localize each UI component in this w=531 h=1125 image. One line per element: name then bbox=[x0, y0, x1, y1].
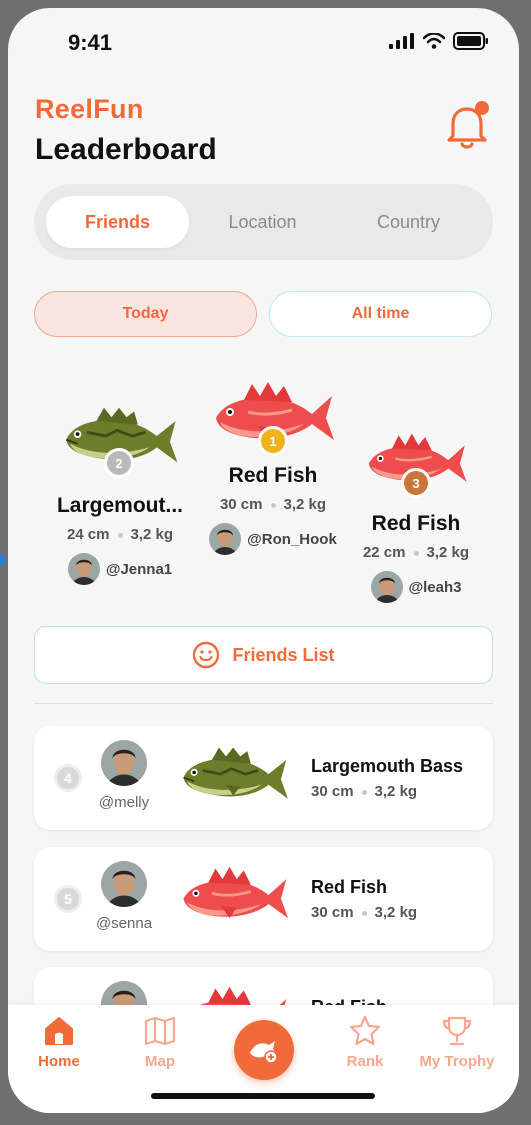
fish-length: 22 cm bbox=[362, 544, 406, 561]
podium-fish-stats: 30 cm 3,2 kg bbox=[200, 496, 346, 513]
nav-rank[interactable]: Rank bbox=[320, 1015, 410, 1070]
page-title: Leaderboard bbox=[35, 133, 217, 166]
podium-username: @Ron_Hook bbox=[247, 530, 337, 548]
list-username: @melly bbox=[98, 794, 150, 811]
nav-map-label: Map bbox=[145, 1053, 175, 1070]
add-catch-button[interactable] bbox=[234, 1020, 294, 1080]
battery-icon bbox=[453, 32, 488, 50]
period-today-button[interactable]: Today bbox=[34, 291, 257, 337]
home-indicator bbox=[151, 1093, 375, 1099]
signal-icon bbox=[389, 33, 414, 49]
fish-weight: 3,2 kg bbox=[426, 544, 470, 561]
podium-second[interactable]: 2 Largemout... 24 cm 3,2 kg @Jenna1 bbox=[44, 404, 196, 585]
fish-weight: 3,2 kg bbox=[283, 496, 327, 513]
podium-user: @Jenna1 bbox=[44, 553, 196, 585]
map-icon bbox=[144, 1016, 176, 1046]
avatar bbox=[371, 571, 403, 603]
avatar bbox=[101, 740, 147, 786]
status-time: 9:41 bbox=[68, 30, 113, 55]
fish-weight: 3,2 kg bbox=[374, 783, 418, 800]
podium-user: @leah3 bbox=[350, 571, 482, 603]
podium-first[interactable]: 1 Red Fish 30 cm 3,2 kg @Ron_Hook bbox=[200, 380, 346, 555]
phone-screen: 9:41 ReelFun Leaderboard Friends Locatio… bbox=[8, 8, 519, 1113]
podium-fish-name: Red Fish bbox=[371, 512, 461, 535]
podium-third[interactable]: 3 Red Fish 22 cm 3,2 kg @leah3 bbox=[350, 432, 482, 603]
list-fish-name: Red Fish bbox=[311, 877, 388, 897]
separator-dot bbox=[361, 910, 367, 916]
rank-number: 4 bbox=[54, 764, 82, 792]
fish-length: 24 cm bbox=[66, 526, 110, 543]
podium-user: @Ron_Hook bbox=[200, 523, 346, 555]
list-item[interactable]: 5 @senna Red Fish 30 cm 3,2 kg bbox=[34, 847, 493, 951]
avatar bbox=[101, 861, 147, 907]
fish-length: 30 cm bbox=[311, 904, 354, 921]
rank-number: 5 bbox=[54, 885, 82, 913]
podium-username: @Jenna1 bbox=[105, 560, 173, 578]
largemouth-bass-icon bbox=[176, 744, 292, 806]
fish-weight: 3,2 kg bbox=[374, 904, 418, 921]
scope-tabs: Friends Location Country bbox=[34, 184, 493, 260]
nav-rank-label: Rank bbox=[346, 1053, 384, 1070]
star-icon bbox=[349, 1015, 381, 1046]
nav-home[interactable]: Home bbox=[14, 1015, 104, 1070]
brand-logo: ReelFun bbox=[35, 94, 144, 124]
add-catch-icon bbox=[250, 1041, 278, 1064]
friends-list-button[interactable]: Friends List bbox=[34, 626, 493, 684]
separator-dot bbox=[117, 532, 123, 538]
separator-dot bbox=[413, 550, 419, 556]
notification-bell-icon[interactable] bbox=[445, 100, 491, 150]
trophy-icon bbox=[442, 1016, 472, 1046]
tab-friends[interactable]: Friends bbox=[46, 196, 189, 248]
side-chevron-icon bbox=[0, 552, 7, 568]
smiley-icon bbox=[193, 641, 220, 669]
rank-badge-gold: 1 bbox=[258, 426, 288, 456]
nav-my-trophy[interactable]: My Trophy bbox=[412, 1015, 502, 1070]
tab-location[interactable]: Location bbox=[191, 196, 334, 248]
fish-length: 30 cm bbox=[311, 783, 354, 800]
podium-username: @leah3 bbox=[408, 578, 462, 596]
tab-country[interactable]: Country bbox=[337, 196, 480, 248]
wifi-icon bbox=[423, 33, 445, 49]
separator-dot bbox=[361, 789, 367, 795]
fish-length: 30 cm bbox=[219, 496, 263, 513]
separator-dot bbox=[270, 502, 276, 508]
avatar bbox=[68, 553, 100, 585]
divider bbox=[34, 703, 493, 704]
rank-badge-silver: 2 bbox=[104, 448, 134, 478]
rank-badge-bronze: 3 bbox=[401, 468, 431, 498]
podium-fish-stats: 22 cm 3,2 kg bbox=[350, 544, 482, 561]
home-icon bbox=[45, 1017, 73, 1045]
nav-home-label: Home bbox=[38, 1053, 80, 1070]
system-icons bbox=[389, 32, 489, 50]
podium-fish-name: Largemout... bbox=[56, 494, 183, 517]
podium-fish-stats: 24 cm 3,2 kg bbox=[44, 526, 196, 543]
list-fish-stats: 30 cm 3,2 kg bbox=[311, 783, 417, 800]
avatar bbox=[209, 523, 241, 555]
list-fish-name: Largemouth Bass bbox=[311, 756, 464, 776]
friends-list-label: Friends List bbox=[232, 644, 335, 665]
list-fish-stats: 30 cm 3,2 kg bbox=[311, 904, 417, 921]
red-fish-icon bbox=[176, 865, 292, 927]
list-item[interactable]: 4 @melly Largemouth Bass 30 cm 3,2 kg bbox=[34, 726, 493, 830]
status-bar: 9:41 bbox=[8, 8, 519, 78]
bottom-nav: Home Map Rank My Trophy bbox=[8, 1005, 519, 1113]
nav-map[interactable]: Map bbox=[115, 1015, 205, 1070]
fish-weight: 3,2 kg bbox=[130, 526, 174, 543]
podium-fish-name: Red Fish bbox=[228, 464, 318, 487]
list-username: @senna bbox=[95, 915, 153, 932]
nav-my-trophy-label: My Trophy bbox=[419, 1053, 495, 1070]
period-all-time-button[interactable]: All time bbox=[269, 291, 492, 337]
